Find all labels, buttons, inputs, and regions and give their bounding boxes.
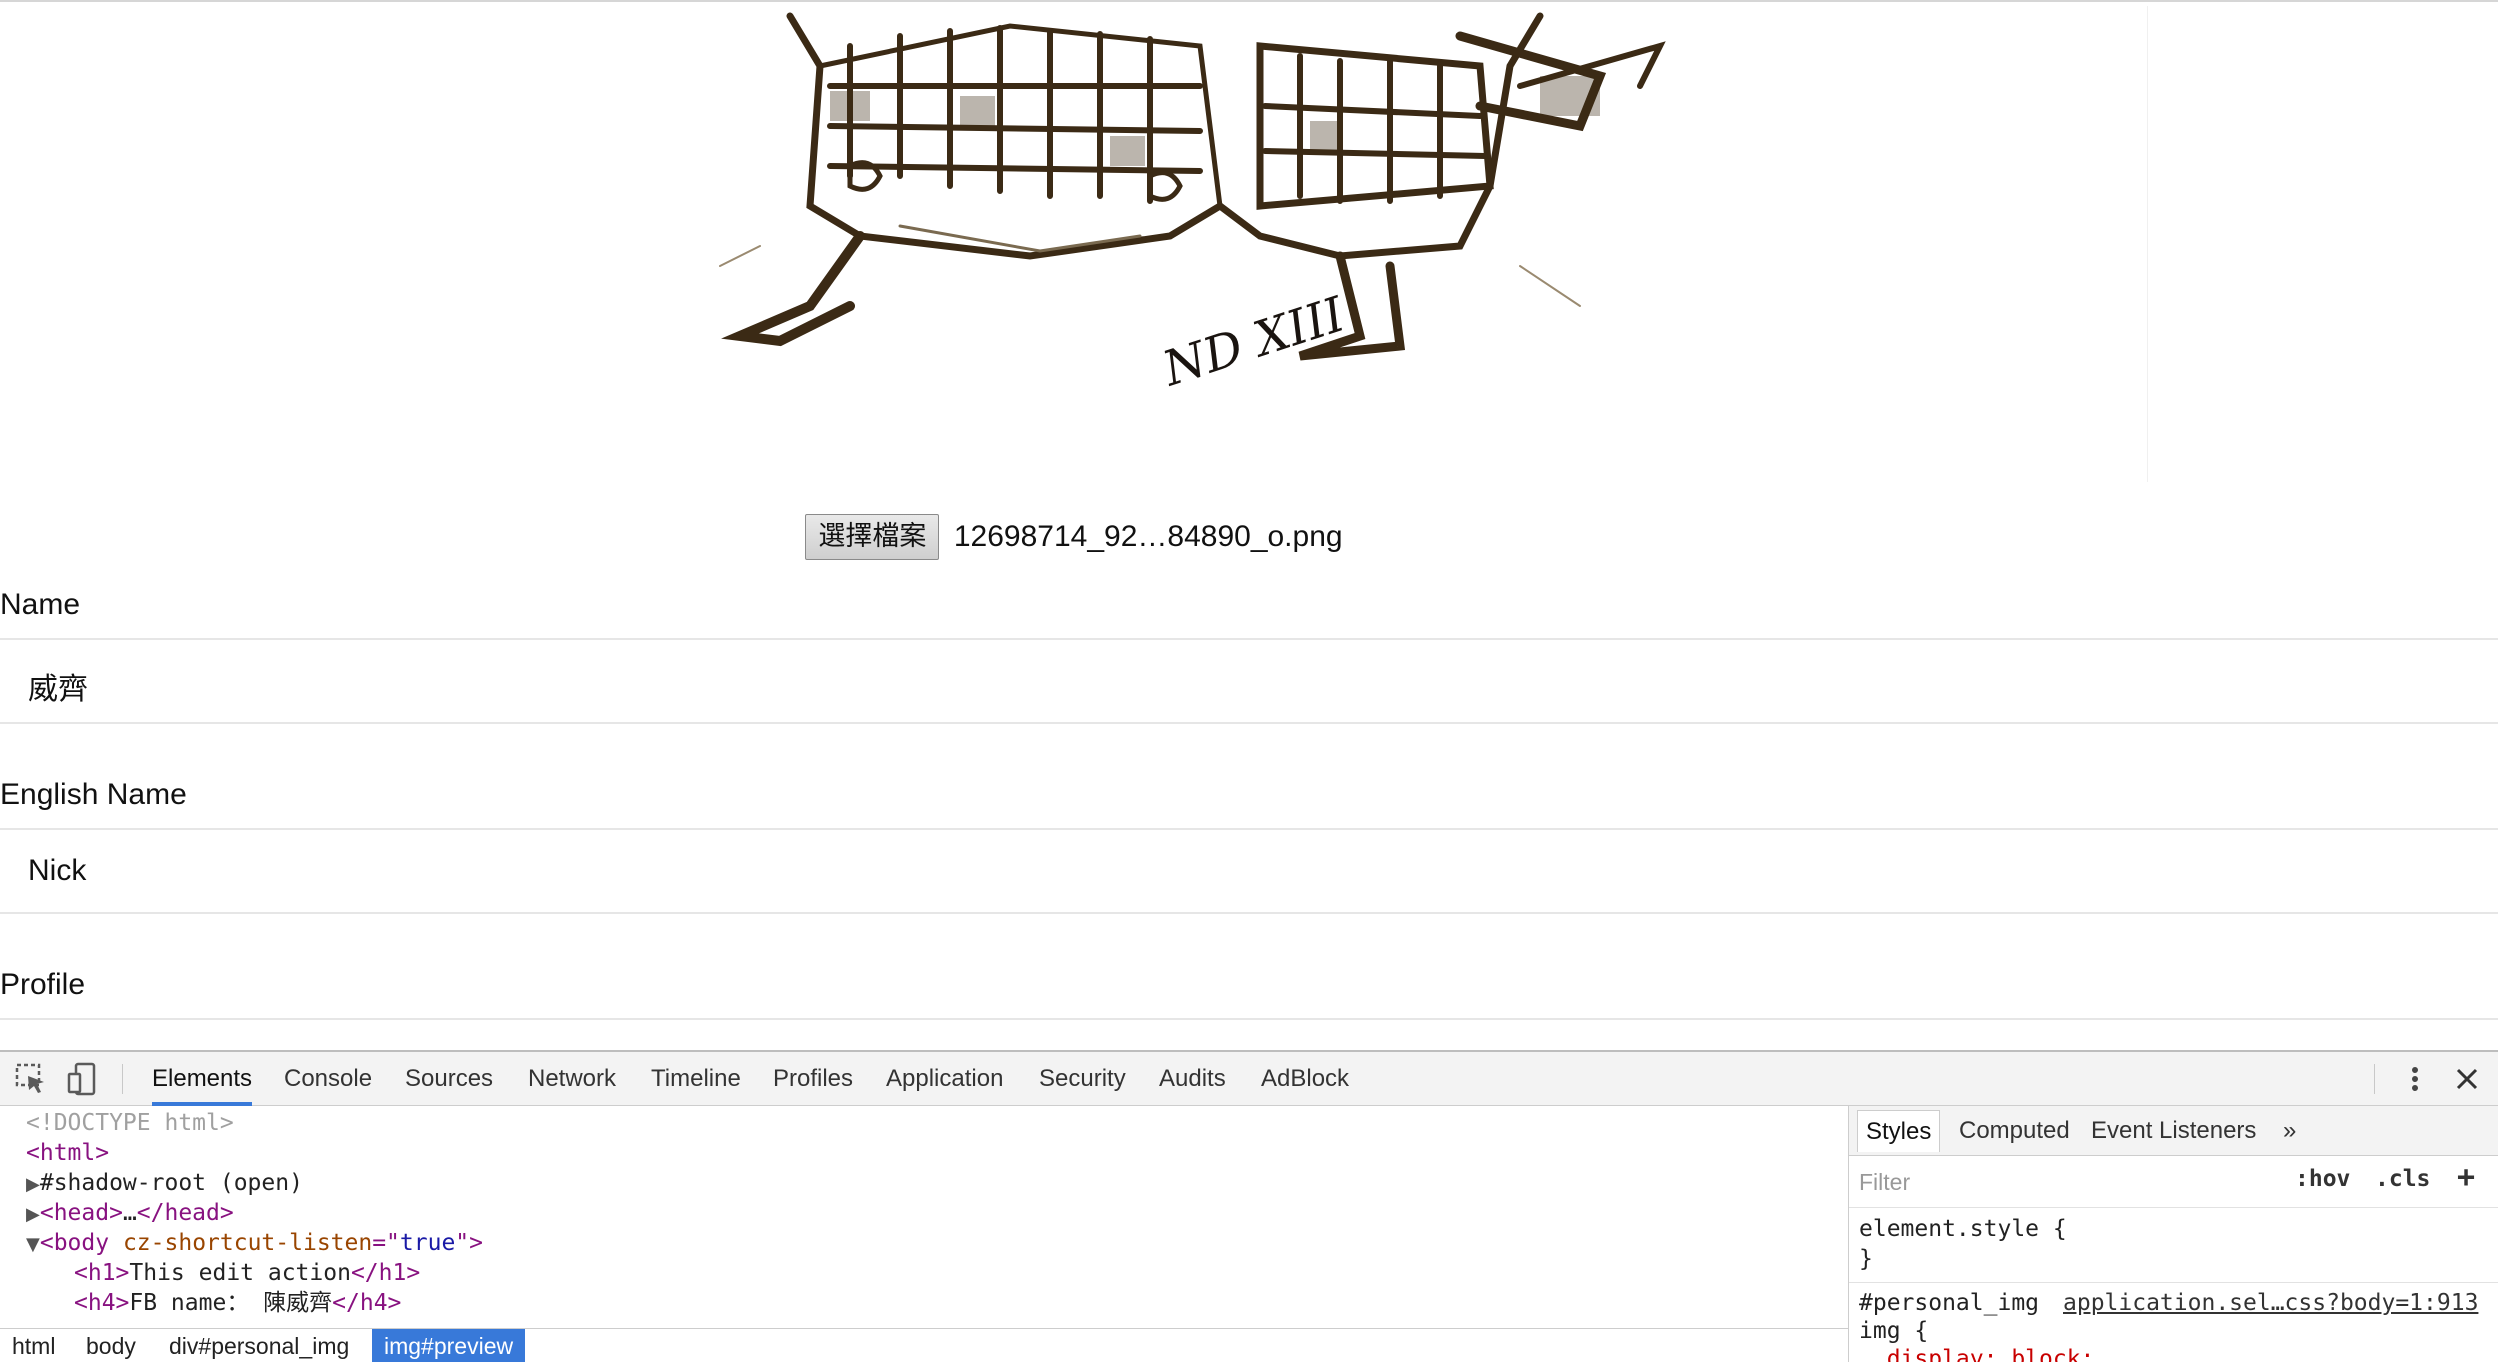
expand-triangle-icon[interactable]: ▶ (26, 1174, 40, 1195)
breadcrumb: html body div#personal_img img#preview (0, 1328, 1848, 1362)
devtools-toolbar: Elements Console Sources Network Timelin… (0, 1052, 2498, 1106)
tab-sources[interactable]: Sources (405, 1052, 493, 1106)
rule-divider (1849, 1282, 2498, 1283)
selected-file-name: 12698714_92…84890_o.png (953, 520, 1343, 553)
dom-node-doctype[interactable]: <!DOCTYPE html> (26, 1108, 234, 1138)
dom-node-h1[interactable]: <h1>This edit action</h1> (74, 1258, 420, 1288)
shadow-root-text: #shadow-root (open) (39, 1170, 303, 1196)
styles-tab-bar: Styles Computed Event Listeners » (1849, 1106, 2498, 1156)
dom-node-shadow-root[interactable]: ▶#shadow-root (open) (26, 1168, 303, 1198)
head-open-tag: <head> (39, 1200, 123, 1226)
rule-selector-img[interactable]: img { (1859, 1318, 1928, 1344)
more-tabs-chevron-icon[interactable]: » (2275, 1110, 2304, 1152)
body-close-bracket: "> (455, 1230, 483, 1256)
head-close-tag: </head> (136, 1200, 234, 1226)
h4-text: FB name： 陳威齊 (129, 1290, 333, 1316)
styles-filter-row: :hov .cls + (1849, 1156, 2498, 1208)
add-rule-icon[interactable]: + (2457, 1160, 2475, 1195)
name-label: Name (0, 588, 81, 621)
rule-selector[interactable]: #personal_img (1859, 1290, 2039, 1316)
more-options-icon[interactable] (2398, 1062, 2434, 1096)
tab-console[interactable]: Console (284, 1052, 372, 1106)
tab-timeline[interactable]: Timeline (651, 1052, 741, 1106)
expand-triangle-icon[interactable]: ▶ (26, 1204, 40, 1225)
tab-application[interactable]: Application (886, 1052, 1003, 1106)
inspect-element-icon[interactable] (14, 1062, 50, 1096)
class-toggle[interactable]: .cls (2375, 1166, 2430, 1192)
breadcrumb-html[interactable]: html (0, 1329, 67, 1362)
element-style-close: } (1859, 1246, 1873, 1272)
collapse-triangle-icon[interactable]: ▼ (26, 1234, 40, 1255)
file-upload-row: 選擇檔案 12698714_92…84890_o.png (0, 514, 2148, 560)
h1-close-tag: </h1> (350, 1260, 421, 1286)
dom-node-body[interactable]: ▼<body cz-shortcut-listen="true"> (26, 1228, 483, 1258)
tab-audits[interactable]: Audits (1159, 1052, 1226, 1106)
styles-filter-input[interactable] (1859, 1164, 2259, 1200)
page-content: ND XIII 選擇檔案 12698714_92…84890_o.png Nam… (0, 0, 2498, 1050)
name-input[interactable]: 威齊 (0, 638, 2498, 724)
element-style-open[interactable]: element.style { (1859, 1216, 2067, 1242)
body-attr-eq: =" (372, 1230, 400, 1256)
tab-elements[interactable]: Elements (152, 1052, 253, 1106)
preview-signature: ND XIII (1155, 286, 1352, 398)
profile-label: Profile (0, 968, 86, 1001)
h1-open-tag: <h1> (74, 1260, 130, 1286)
tab-adblock[interactable]: AdBlock (1261, 1052, 1349, 1106)
dom-tree: <!DOCTYPE html> <html> ▶#shadow-root (op… (0, 1108, 1848, 1362)
doctype-text: <!DOCTYPE html> (26, 1110, 234, 1136)
tab-network[interactable]: Network (528, 1052, 616, 1106)
rule-source-link[interactable]: application.sel…css?body=1:913 (2063, 1290, 2478, 1316)
choose-file-button[interactable]: 選擇檔案 (805, 514, 940, 560)
english-name-input-value: Nick (28, 854, 87, 887)
device-toolbar-icon[interactable] (66, 1062, 102, 1096)
toolbar-divider-right (2374, 1064, 2375, 1094)
dom-node-head[interactable]: ▶<head>…</head> (26, 1198, 234, 1228)
head-ellipsis: … (122, 1200, 137, 1226)
h4-close-tag: </h4> (332, 1290, 402, 1316)
breadcrumb-img-preview[interactable]: img#preview (372, 1329, 526, 1362)
english-name-label: English Name (0, 778, 187, 811)
tab-computed[interactable]: Computed (1951, 1110, 2078, 1152)
name-input-value: 威齊 (28, 673, 88, 706)
body-open-tag: <body (39, 1230, 110, 1256)
h4-open-tag: <h4> (74, 1290, 130, 1316)
tab-event-listeners[interactable]: Event Listeners (2083, 1110, 2264, 1152)
close-devtools-icon[interactable] (2450, 1062, 2486, 1096)
rule-property-display[interactable]: display: block; (1859, 1346, 2095, 1362)
html-tag: <html> (26, 1140, 110, 1166)
tab-styles[interactable]: Styles (1857, 1110, 1941, 1152)
profile-input[interactable] (0, 1018, 2498, 1050)
tab-profiles[interactable]: Profiles (773, 1052, 853, 1106)
hover-state-toggle[interactable]: :hov (2295, 1166, 2350, 1192)
preview-image[interactable]: ND XIII (700, 6, 1700, 476)
dom-node-html[interactable]: <html> (26, 1138, 109, 1168)
breadcrumb-personal-img[interactable]: div#personal_img (157, 1329, 361, 1362)
dom-node-h4[interactable]: <h4>FB name： 陳威齊</h4> (74, 1288, 401, 1318)
h1-text: This edit action (129, 1260, 351, 1286)
body-attr-name: cz-shortcut-listen (122, 1230, 373, 1256)
body-attr-value: true (399, 1230, 456, 1256)
english-name-input[interactable]: Nick (0, 828, 2498, 914)
tab-security[interactable]: Security (1039, 1052, 1126, 1106)
breadcrumb-body[interactable]: body (74, 1329, 148, 1362)
toolbar-divider (122, 1064, 123, 1094)
styles-sidebar: Styles Computed Event Listeners » :hov .… (1848, 1106, 2498, 1362)
personal-img-container: ND XIII (0, 6, 2148, 482)
